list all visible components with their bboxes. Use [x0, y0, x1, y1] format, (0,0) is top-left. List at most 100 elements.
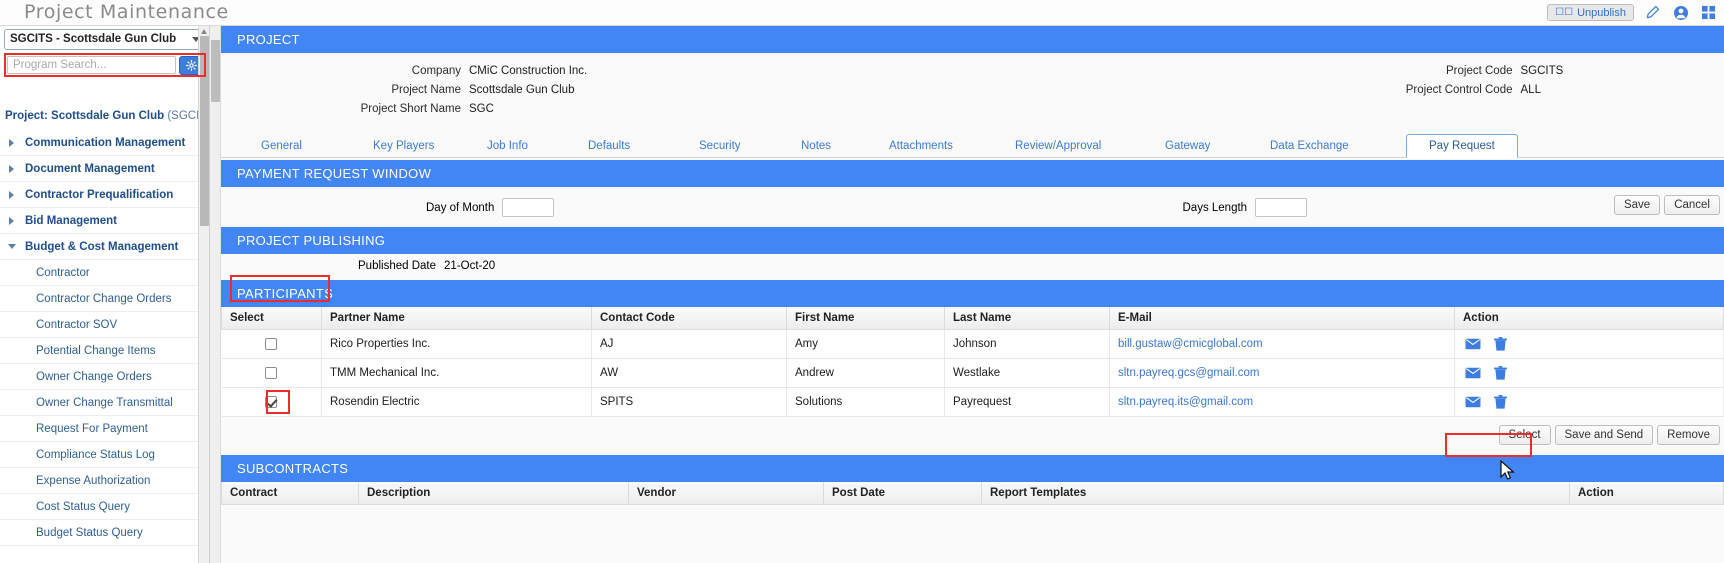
unpublish-button[interactable]: ☐☐ Unpublish [1547, 4, 1634, 21]
sidebar-item-expense-authorization[interactable]: Expense Authorization [0, 468, 209, 494]
page-title: Project Maintenance [24, 1, 229, 23]
sidebar-item-contractor-sov[interactable]: Contractor SOV [0, 312, 209, 338]
main-scrollbar[interactable] [210, 26, 221, 563]
project-field-label: Project Name [391, 83, 461, 96]
participant-select-cell [221, 387, 322, 417]
sidebar-scrollbar[interactable] [198, 26, 209, 563]
save-and-send-button[interactable]: Save and Send [1554, 425, 1654, 445]
payment-request-window-title: PAYMENT REQUEST WINDOW [237, 166, 432, 181]
tab-gateway[interactable]: Gateway [1161, 135, 1214, 157]
save-button[interactable]: Save [1613, 195, 1661, 215]
sidebar-item-bid-management[interactable]: Bid Management [0, 208, 209, 234]
envelope-icon[interactable] [1465, 396, 1481, 408]
sidebar-item-communication-management[interactable]: Communication Management [0, 130, 209, 156]
project-field-value: ALL [1520, 83, 1541, 96]
participant-select-cell [221, 329, 322, 359]
sidebar-item-budget-status-query[interactable]: Budget Status Query [0, 520, 209, 546]
subcontracts-table: Contract Description Vendor Post Date Report… [221, 482, 1724, 505]
sidebar-item-compliance-status-log[interactable]: Compliance Status Log [0, 442, 209, 468]
tab-general[interactable]: General [257, 135, 306, 157]
sidebar-item-contractor-change-orders[interactable]: Contractor Change Orders [0, 286, 209, 312]
project-band: PROJECT [221, 26, 1724, 53]
sidebar-item-cost-status-query[interactable]: Cost Status Query [0, 494, 209, 520]
tab-attachments[interactable]: Attachments [885, 135, 957, 157]
participant-email-link[interactable]: sltn.payreq.its@gmail.com [1118, 396, 1253, 408]
project-publishing-title: PROJECT PUBLISHING [237, 233, 386, 248]
sidebar-item-label: Contractor Prequalification [25, 188, 174, 201]
user-icon[interactable] [1671, 3, 1690, 22]
participant-email-link[interactable]: bill.gustaw@cmicglobal.com [1118, 338, 1263, 350]
tab-label: Pay Request [1429, 140, 1495, 152]
remove-button[interactable]: Remove [1657, 425, 1720, 445]
cancel-button[interactable]: Cancel [1664, 195, 1720, 215]
day-of-month-input[interactable] [502, 198, 555, 217]
tab-pay-request[interactable]: Pay Request [1406, 134, 1518, 158]
sidebar-item-request-for-payment[interactable]: Request For Payment [0, 416, 209, 442]
participant-first-name: Andrew [786, 358, 945, 388]
project-field-value: SGC [469, 102, 494, 115]
participants-header-row: Select Partner Name Contact Code First Name… [221, 307, 1724, 330]
tab-review-approval[interactable]: Review/Approval [1011, 135, 1105, 157]
participant-partner-name: Rico Properties Inc. [321, 329, 592, 359]
tab-data-exchange[interactable]: Data Exchange [1266, 135, 1353, 157]
program-search-row [4, 53, 206, 77]
participants-col-last-name: Last Name [944, 307, 1110, 330]
tab-label: Key Players [373, 140, 435, 152]
row-select-checkbox[interactable] [265, 366, 278, 379]
trash-icon[interactable] [1494, 336, 1507, 352]
sidebar-item-owner-change-orders[interactable]: Owner Change Orders [0, 364, 209, 390]
chevron-right-icon[interactable] [7, 138, 16, 147]
main-scroll-thumb[interactable] [211, 40, 220, 102]
tab-key-players[interactable]: Key Players [369, 135, 438, 157]
project-selector[interactable]: SGCITS - Scottsdale Gun Club [4, 29, 206, 50]
sidebar-item-label: Contractor Change Orders [36, 292, 172, 305]
sidebar-item-label: Cost Status Query [36, 500, 130, 513]
sidebar-item-contractor-prequalification[interactable]: Contractor Prequalification [0, 182, 209, 208]
trash-icon[interactable] [1494, 365, 1507, 381]
row-select-checkbox[interactable] [265, 395, 278, 408]
project-field-label: Project Short Name [360, 102, 461, 115]
tab-label: Gateway [1165, 140, 1211, 152]
trash-icon[interactable] [1494, 394, 1507, 410]
sidebar-item-document-management[interactable]: Document Management [0, 156, 209, 182]
project-fields: Company CMiC Construction Inc. Project Cod… [221, 53, 1724, 128]
project-field-label: Project Code [1446, 64, 1513, 77]
sidebar-item-contractor[interactable]: Contractor [0, 260, 209, 286]
content-column: PROJECT Company CMiC Construction Inc. Pro… [221, 26, 1724, 563]
sidebar-item-label: Contractor SOV [36, 318, 118, 331]
grid-icon[interactable] [1699, 3, 1718, 22]
search-input[interactable] [7, 56, 176, 74]
chevron-right-icon[interactable] [7, 190, 16, 199]
sidebar-nav-tree: Communication Management Document Managem… [0, 130, 209, 546]
sidebar-item-label: Expense Authorization [36, 474, 151, 487]
chevron-right-icon[interactable] [7, 216, 16, 225]
participant-last-name: Johnson [944, 329, 1110, 359]
chevron-down-icon[interactable] [7, 244, 16, 249]
participants-table: Select Partner Name Contact Code First Name… [221, 307, 1724, 417]
participant-action-cell [1454, 358, 1724, 388]
participants-action-buttons: Select Save and Send Remove [1498, 425, 1720, 445]
tab-job-info[interactable]: Job Info [483, 135, 532, 157]
table-row: TMM Mechanical Inc. AW Andrew Westlake sltn.… [221, 358, 1724, 388]
sidebar-item-potential-change-items[interactable]: Potential Change Items [0, 338, 209, 364]
tab-security[interactable]: Security [695, 135, 745, 157]
row-select-checkbox[interactable] [265, 337, 278, 350]
participants-col-action: Action [1454, 307, 1724, 330]
tab-notes[interactable]: Notes [797, 135, 835, 157]
tab-defaults[interactable]: Defaults [584, 135, 634, 157]
sidebar-item-budget-cost-management[interactable]: Budget & Cost Management [0, 234, 209, 260]
sidebar-item-label: Owner Change Orders [36, 370, 152, 383]
row-action-icons [1463, 394, 1715, 410]
scroll-up-icon[interactable] [201, 29, 207, 34]
sidebar-item-owner-change-transmittal[interactable]: Owner Change Transmittal [0, 390, 209, 416]
participant-email-link[interactable]: sltn.payreq.gcs@gmail.com [1118, 367, 1259, 379]
chevron-right-icon[interactable] [7, 164, 16, 173]
project-field-value: SGCITS [1520, 64, 1564, 77]
envelope-icon[interactable] [1465, 338, 1481, 350]
project-field-label: Project Control Code [1405, 83, 1513, 96]
select-button[interactable]: Select [1498, 425, 1551, 445]
sidebar-scroll-thumb[interactable] [200, 36, 209, 226]
days-length-input[interactable] [1255, 198, 1308, 217]
envelope-icon[interactable] [1465, 367, 1481, 379]
edit-icon[interactable] [1643, 3, 1662, 22]
